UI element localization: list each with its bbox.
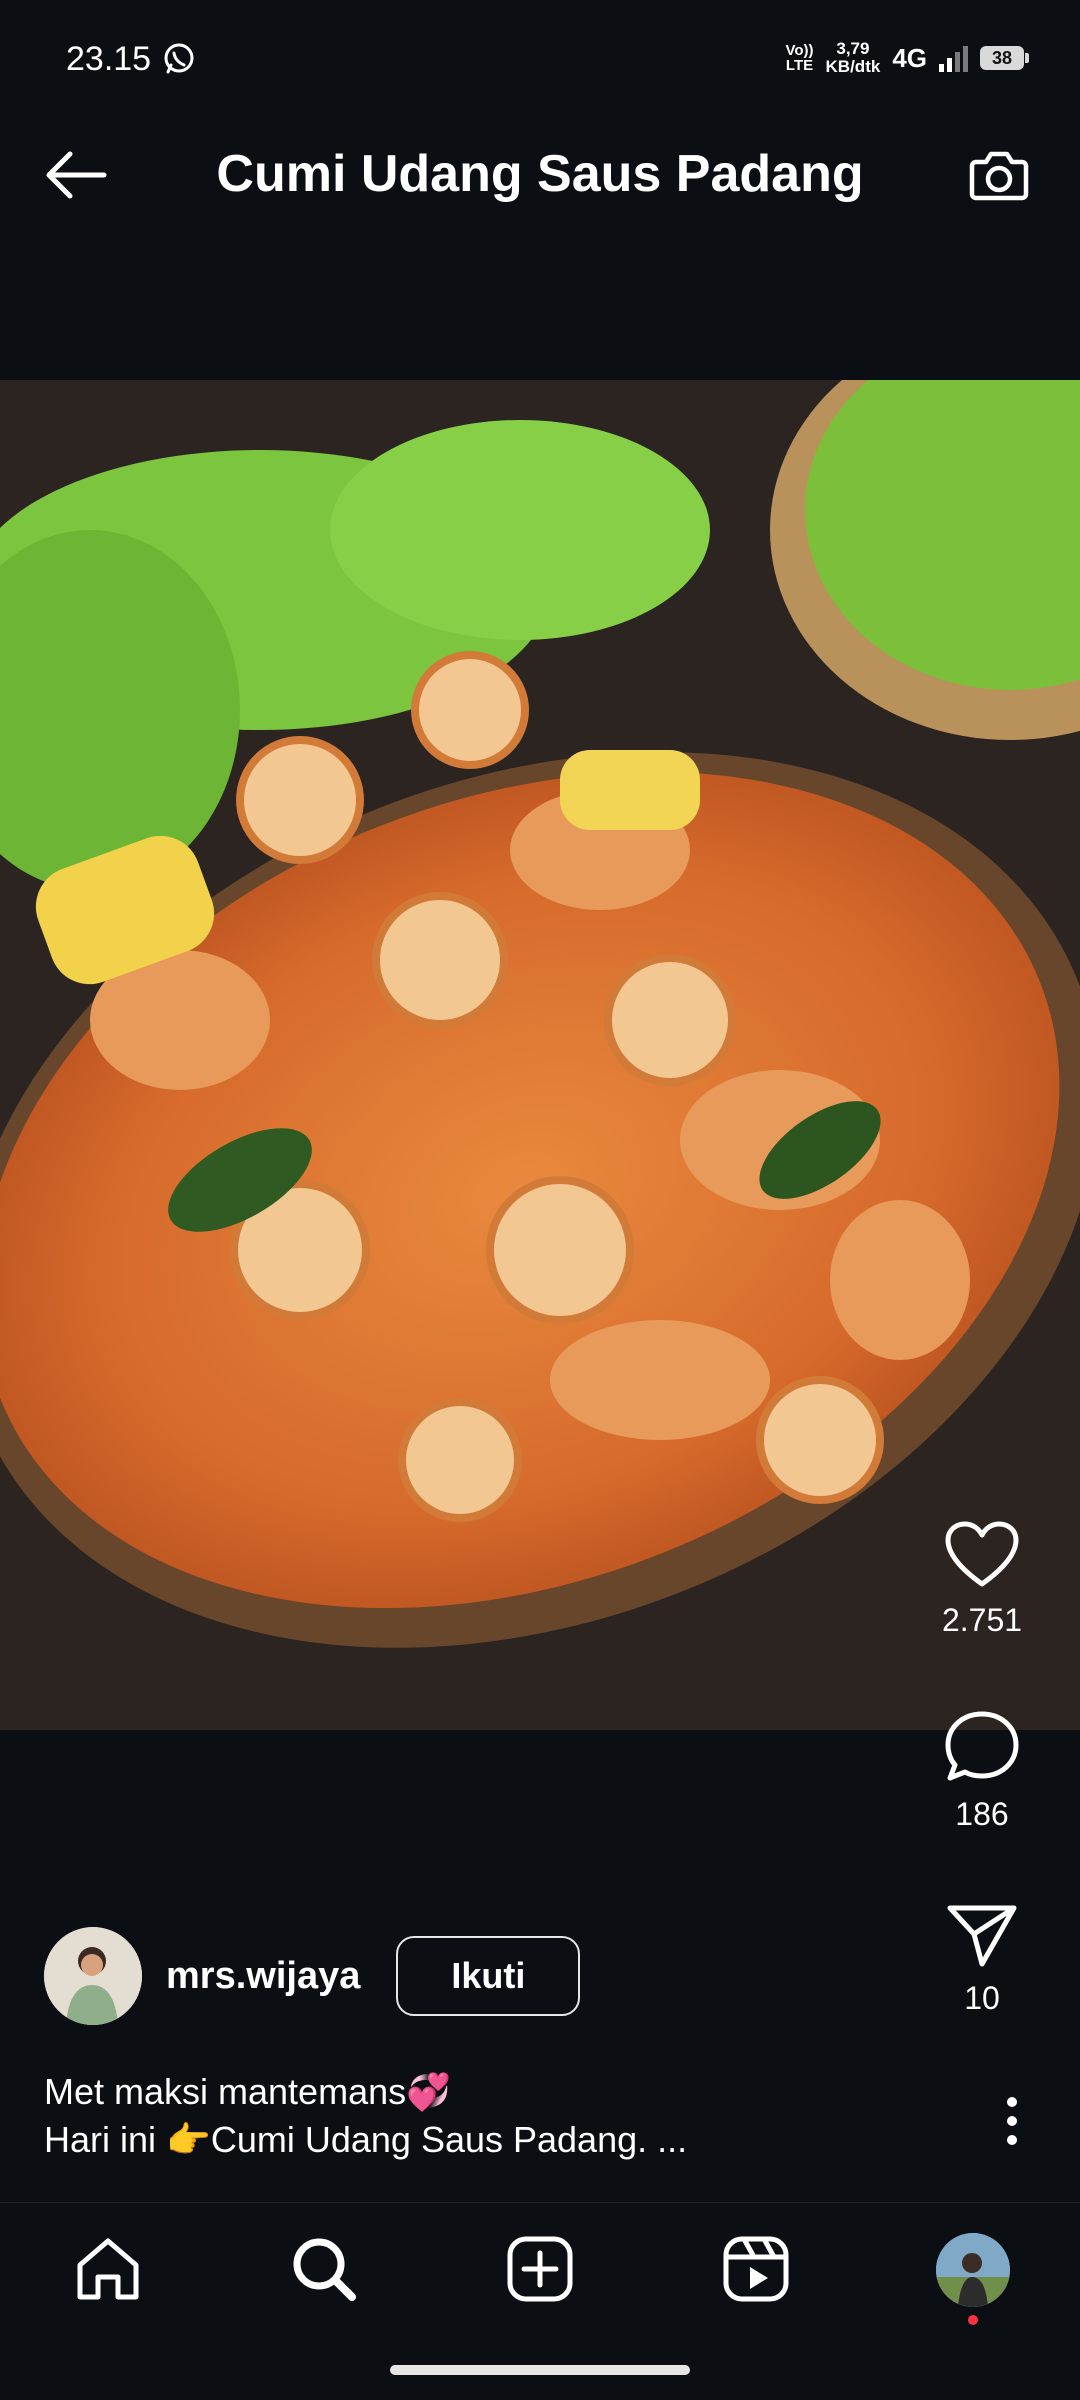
comments-count: 186: [955, 1796, 1009, 1832]
speed-unit: KB/dtk: [825, 57, 881, 76]
reels-icon[interactable]: [720, 2233, 792, 2305]
share-icon[interactable]: [944, 1900, 1020, 1968]
bottom-nav: [0, 2202, 1080, 2333]
author-row: mrs.wijaya Ikuti: [44, 1926, 581, 2026]
volte-line1: Vo)): [785, 42, 814, 59]
volte-indicator: Vo)) LTE: [785, 43, 813, 73]
network-type: 4G: [892, 42, 927, 73]
shares-count: 10: [964, 1980, 1000, 2016]
top-bar: Cumi Udang Saus Padang: [0, 120, 1080, 230]
battery-icon: 38: [980, 46, 1029, 70]
share-action: 10: [914, 1900, 1050, 2017]
volte-line2: LTE: [785, 57, 814, 74]
avatar-image: [44, 1927, 142, 2025]
status-bar: 23.15 Vo)) LTE 3,79 KB/dtk 4G 38: [0, 0, 1080, 90]
like-action: 2.751: [914, 1520, 1050, 1639]
caption-line-1: Met maksi mantemans💞: [44, 2071, 451, 2112]
comment-action: 186: [914, 1710, 1050, 1833]
whatsapp-icon: [164, 43, 194, 74]
heart-icon[interactable]: [944, 1520, 1020, 1590]
signal-icon: [939, 44, 968, 72]
home-icon[interactable]: [72, 2233, 144, 2305]
status-indicators: Vo)) LTE 3,79 KB/dtk 4G 38: [785, 38, 1029, 78]
caption-line-2: Hari ini 👉Cumi Udang Saus Padang. ...: [44, 2119, 688, 2160]
page-title: Cumi Udang Saus Padang: [216, 145, 864, 203]
status-time: 23.15: [66, 40, 152, 78]
comment-icon[interactable]: [944, 1710, 1020, 1784]
avatar[interactable]: [44, 1927, 142, 2025]
add-post-icon[interactable]: [504, 2233, 576, 2305]
username[interactable]: mrs.wijaya: [166, 1955, 360, 1998]
caption[interactable]: Met maksi mantemans💞 Hari ini 👉Cumi Udan…: [44, 2068, 904, 2164]
battery-level: 38: [991, 47, 1013, 68]
camera-icon[interactable]: [966, 142, 1032, 208]
likes-count: 2.751: [941, 1602, 1023, 1638]
notification-dot: [968, 2315, 978, 2325]
profile-avatar[interactable]: [936, 2233, 1010, 2307]
home-indicator[interactable]: [390, 2365, 690, 2375]
more-icon[interactable]: [1004, 2094, 1020, 2148]
follow-button[interactable]: Ikuti: [396, 1936, 581, 2016]
speed-value: 3,79: [836, 39, 870, 58]
search-icon[interactable]: [288, 2233, 360, 2305]
profile-avatar-image: [936, 2233, 1010, 2307]
network-speed: 3,79 KB/dtk: [826, 40, 881, 76]
